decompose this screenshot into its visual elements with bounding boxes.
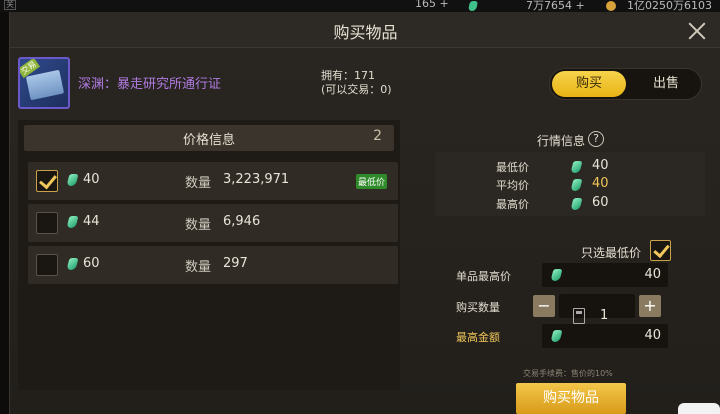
gold-coin-icon — [606, 1, 616, 11]
price-info-title: 价格信息 — [182, 133, 235, 148]
gem-icon — [570, 198, 583, 210]
max-total-value: 40 — [644, 328, 661, 343]
owned-info: 拥有：171 (可以交易：0) — [321, 69, 392, 97]
close-icon[interactable] — [686, 20, 708, 42]
resource-1: 165 + — [415, 0, 449, 10]
row-qty-label: 数量 — [185, 260, 212, 275]
market-max-label: 最高价 — [496, 198, 529, 211]
market-max-row: 最高价 60 — [435, 195, 705, 213]
price-row[interactable]: 44 数量 6,946 — [28, 204, 398, 242]
gem-icon — [66, 258, 79, 270]
price-info-panel: 价格信息 2 40 数量 3,223,971 最低价 44 数量 6,946 6… — [18, 120, 400, 390]
market-info-title: 行情信息 — [537, 134, 586, 148]
buy-sell-toggle: 购买 出售 — [549, 68, 702, 100]
market-info-box: 最低价 40 平均价 40 最高价 60 — [435, 152, 705, 216]
quantity-plus-button[interactable]: + — [639, 295, 661, 317]
buy-item-dialog: 购买物品 交易 深渊：暴走研究所通行证 拥有：171 (可以交易：0) 购买 出… — [9, 12, 720, 414]
unit-max-price-input[interactable]: 40 — [542, 263, 668, 287]
gem-icon — [570, 179, 583, 191]
dialog-header: 购买物品 — [10, 12, 720, 48]
tradeable-count: (可以交易：0) — [321, 83, 392, 96]
resource-2: 7万7654 + — [526, 0, 585, 12]
row-qty-label: 数量 — [185, 176, 212, 191]
max-total-field: 40 — [542, 324, 668, 348]
add-resource-2-button[interactable]: + — [576, 0, 585, 12]
overlay-corner — [678, 403, 720, 414]
price-row[interactable]: 40 数量 3,223,971 最低价 — [28, 162, 398, 200]
market-min-label: 最低价 — [496, 161, 529, 174]
item-name: 深渊：暴走研究所通行证 — [78, 77, 222, 92]
add-resource-1-button[interactable]: + — [440, 0, 449, 10]
fee-note: 交易手续费：售价的10% — [523, 369, 613, 378]
max-total-label: 最高金额 — [456, 331, 500, 344]
row-qty: 6,946 — [223, 214, 261, 229]
lowest-only-checkbox[interactable] — [650, 240, 671, 261]
gem-icon — [550, 330, 563, 342]
price-info-count: 2 — [373, 128, 382, 144]
lowest-price-badge: 最低价 — [356, 174, 388, 189]
quantity-label: 购买数量 — [456, 301, 500, 314]
market-max-value: 60 — [592, 195, 609, 210]
market-avg-label: 平均价 — [496, 179, 529, 192]
help-icon[interactable]: ? — [588, 131, 604, 147]
resource-3: 1亿0250万6103 — [627, 0, 712, 12]
price-info-header: 价格信息 2 — [24, 125, 394, 151]
market-avg-row: 平均价 40 — [435, 176, 705, 194]
gem-icon — [467, 1, 479, 11]
gem-icon — [66, 216, 79, 228]
calculator-icon[interactable] — [573, 308, 585, 324]
owned-count: 拥有：171 — [321, 69, 375, 82]
dialog-title: 购买物品 — [333, 23, 398, 42]
market-avg-value: 40 — [592, 176, 609, 191]
resource-bar: 关 165 + 7万7654 + 1亿0250万6103 — [0, 0, 720, 12]
market-min-value: 40 — [592, 158, 609, 173]
buy-item-button[interactable]: 购买物品 — [516, 383, 626, 414]
row-checkbox[interactable] — [36, 170, 58, 192]
quantity-value: 1 — [600, 308, 609, 323]
row-qty: 3,223,971 — [223, 172, 290, 187]
unit-max-price-label: 单品最高价 — [456, 270, 511, 283]
menu-icon[interactable]: 关 — [4, 0, 16, 10]
tab-sell[interactable]: 出售 — [632, 71, 700, 97]
gem-icon — [570, 161, 583, 173]
row-price: 40 — [83, 172, 100, 187]
market-min-row: 最低价 40 — [435, 158, 705, 176]
row-qty: 297 — [223, 256, 248, 271]
row-price: 60 — [83, 256, 100, 271]
unit-max-price-value: 40 — [644, 267, 661, 282]
tab-buy[interactable]: 购买 — [552, 71, 626, 97]
gem-icon — [66, 174, 79, 186]
price-row[interactable]: 60 数量 297 — [28, 246, 398, 284]
row-price: 44 — [83, 214, 100, 229]
row-checkbox[interactable] — [36, 254, 58, 276]
row-checkbox[interactable] — [36, 212, 58, 234]
lowest-only-label: 只选最低价 — [581, 246, 642, 260]
quantity-input[interactable] — [559, 294, 635, 318]
pass-card-graphic — [25, 69, 65, 101]
quantity-minus-button[interactable]: − — [533, 295, 555, 317]
item-pass-icon: 交易 — [18, 57, 70, 109]
row-qty-label: 数量 — [185, 218, 212, 233]
gem-icon — [550, 269, 563, 281]
